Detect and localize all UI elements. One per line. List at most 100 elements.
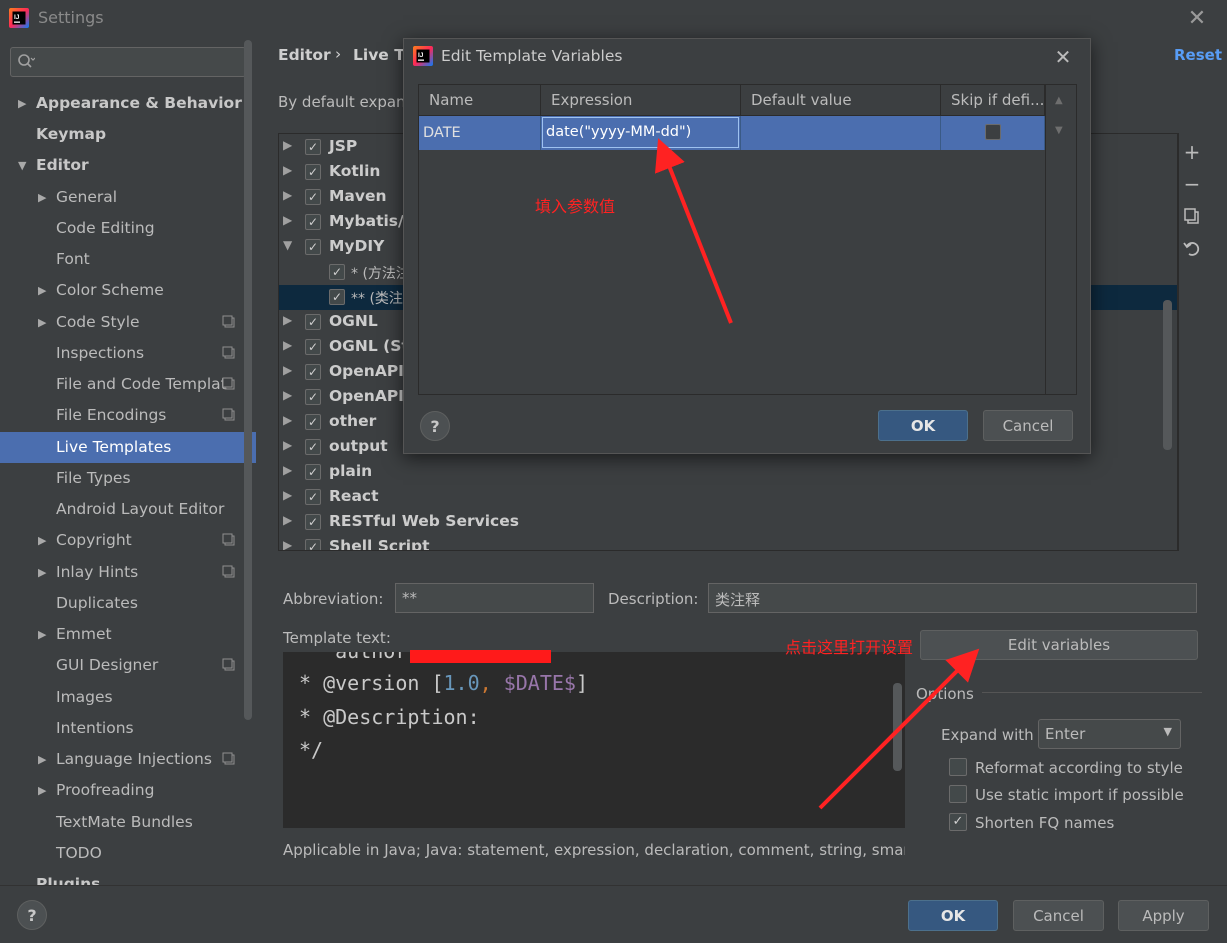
sidebar-item-keymap[interactable]: Keymap (0, 119, 244, 150)
sidebar-item-color-scheme[interactable]: ▶ Color Scheme (0, 275, 244, 306)
template-text-editor[interactable]: *author: * @version [1.0, $DATE$] * @Des… (283, 652, 905, 828)
cancel-button[interactable]: Cancel (1013, 900, 1104, 931)
checkbox-checked[interactable]: ✓ (305, 439, 321, 455)
add-icon[interactable]: + (1180, 140, 1204, 164)
checkbox-checked[interactable]: ✓ (305, 339, 321, 355)
sidebar-item-code-style[interactable]: ▶ Code Style (0, 307, 244, 338)
help-icon[interactable]: ? (17, 900, 47, 930)
dialog-help-icon[interactable]: ? (420, 411, 450, 441)
checkbox-checked[interactable]: ✓ (305, 189, 321, 205)
sidebar-item-textmate-bundles[interactable]: TextMate Bundles (0, 807, 244, 838)
close-icon[interactable]: ✕ (1185, 6, 1209, 31)
restore-icon[interactable] (1180, 236, 1204, 260)
scroll-down-icon[interactable]: ▼ (1055, 125, 1063, 136)
sidebar-item-todo[interactable]: TODO (0, 838, 244, 869)
copy-icon[interactable] (1180, 204, 1204, 228)
checkbox-checked[interactable]: ✓ (329, 264, 345, 280)
sidebar-item-editor[interactable]: ▼ Editor (0, 150, 244, 181)
reformat-checkbox[interactable] (949, 758, 967, 776)
checkbox-checked[interactable]: ✓ (305, 414, 321, 430)
sidebar-item-general[interactable]: ▶ General (0, 182, 244, 213)
cell-skip[interactable] (941, 116, 1045, 150)
description-label: Description: (608, 590, 699, 608)
chevron-right-icon: ▶ (38, 534, 47, 547)
search-icon (18, 54, 35, 68)
sidebar-item-gui-designer[interactable]: GUI Designer (0, 650, 244, 681)
static-import-checkbox[interactable] (949, 785, 967, 803)
close-icon[interactable]: ✕ (1051, 45, 1075, 69)
reset-link[interactable]: Reset (1174, 46, 1222, 64)
sidebar-scrollbar[interactable] (244, 40, 252, 720)
checkbox-checked[interactable]: ✓ (305, 314, 321, 330)
dialog-cancel-button[interactable]: Cancel (983, 410, 1073, 441)
column-header-expression[interactable]: Expression (541, 85, 741, 116)
sidebar-item-proofreading[interactable]: ▶ Proofreading (0, 775, 244, 806)
checkbox-checked[interactable]: ✓ (305, 239, 321, 255)
chevron-right-icon: ▶ (38, 628, 47, 641)
chevron-right-icon: ▶ (283, 213, 293, 227)
column-header-default-value[interactable]: Default value (741, 85, 941, 116)
sidebar-item-file-types[interactable]: File Types (0, 463, 244, 494)
checkbox-checked[interactable]: ✓ (305, 539, 321, 550)
dialog-ok-button[interactable]: OK (878, 410, 968, 441)
breadcrumb-live-templates: Live Te (353, 46, 403, 64)
remove-icon[interactable]: − (1180, 172, 1204, 196)
cell-expression[interactable]: date("yyyy-MM-dd") (541, 116, 741, 150)
column-header-skip[interactable]: Skip if defi... (941, 85, 1045, 116)
tree-item-react[interactable]: ▶ ✓ React (279, 485, 1177, 510)
column-header-name[interactable]: Name (419, 85, 541, 116)
checkbox-checked[interactable]: ✓ (305, 164, 321, 180)
sidebar-item-inlay-hints[interactable]: ▶ Inlay Hints (0, 557, 244, 588)
sidebar-item-file-encodings[interactable]: File Encodings (0, 400, 244, 431)
sidebar-item-appearance-behavior[interactable]: ▶ Appearance & Behavior (0, 88, 244, 119)
abbreviation-input[interactable]: ** (395, 583, 594, 613)
chevron-right-icon: ▶ (283, 363, 293, 377)
checkbox-checked[interactable]: ✓ (305, 464, 321, 480)
sidebar-item-font[interactable]: Font (0, 244, 244, 275)
checkbox-checked[interactable]: ✓ (305, 389, 321, 405)
scroll-up-icon[interactable]: ▲ (1055, 95, 1063, 106)
edit-variables-button[interactable]: Edit variables (920, 630, 1198, 660)
checkbox-checked[interactable]: ✓ (305, 364, 321, 380)
sidebar-item-file-code-templates[interactable]: File and Code Templat (0, 369, 244, 400)
shorten-fq-checkbox[interactable]: ✓ (949, 813, 967, 831)
tree-item-restful[interactable]: ▶ ✓ RESTful Web Services (279, 510, 1177, 535)
project-scope-icon (222, 377, 235, 390)
tree-item-plain[interactable]: ▶ ✓ plain (279, 460, 1177, 485)
expression-input[interactable]: date("yyyy-MM-dd") (542, 117, 739, 148)
sidebar-item-android-layout-editor[interactable]: Android Layout Editor (0, 494, 244, 525)
sidebar-item-live-templates[interactable]: Live Templates (0, 432, 256, 463)
sidebar-item-images[interactable]: Images (0, 682, 244, 713)
table-scrollbar[interactable]: ▲ ▼ (1045, 85, 1076, 394)
checkbox-checked[interactable]: ✓ (329, 289, 345, 305)
editor-scrollbar[interactable] (893, 683, 902, 771)
sidebar-item-copyright[interactable]: ▶ Copyright (0, 525, 244, 556)
checkbox-checked[interactable]: ✓ (305, 489, 321, 505)
sidebar-item-plugins[interactable]: Plugins (0, 869, 244, 885)
sidebar-item-inspections[interactable]: Inspections (0, 338, 244, 369)
code-line-version: * @version [1.0, $DATE$] (299, 671, 589, 695)
tree-scrollbar[interactable] (1163, 300, 1172, 450)
sidebar-item-code-editing[interactable]: Code Editing (0, 213, 244, 244)
project-scope-icon (222, 346, 235, 359)
cell-default-value[interactable] (741, 116, 941, 150)
description-input[interactable]: 类注释 (708, 583, 1197, 613)
sidebar-item-duplicates[interactable]: Duplicates (0, 588, 244, 619)
checkbox-checked[interactable]: ✓ (305, 514, 321, 530)
variables-table[interactable]: Name Expression Default value Skip if de… (418, 84, 1077, 395)
sidebar-item-intentions[interactable]: Intentions (0, 713, 244, 744)
cell-name[interactable]: DATE (419, 116, 541, 150)
chevron-right-icon: ▶ (283, 388, 293, 402)
checkbox-checked[interactable]: ✓ (305, 214, 321, 230)
expand-with-select[interactable]: Enter ▼ (1038, 719, 1181, 749)
svg-text:IJ: IJ (14, 14, 20, 21)
ok-button[interactable]: OK (908, 900, 998, 931)
skip-checkbox[interactable] (985, 124, 1001, 140)
apply-button[interactable]: Apply (1118, 900, 1209, 931)
settings-search-input[interactable] (10, 47, 246, 77)
checkbox-checked[interactable]: ✓ (305, 139, 321, 155)
sidebar-item-emmet[interactable]: ▶ Emmet (0, 619, 244, 650)
code-line: *author: (299, 652, 419, 663)
sidebar-item-language-injections[interactable]: ▶ Language Injections (0, 744, 244, 775)
tree-item-shell-script[interactable]: ▶ ✓ Shell Script (279, 535, 1177, 550)
